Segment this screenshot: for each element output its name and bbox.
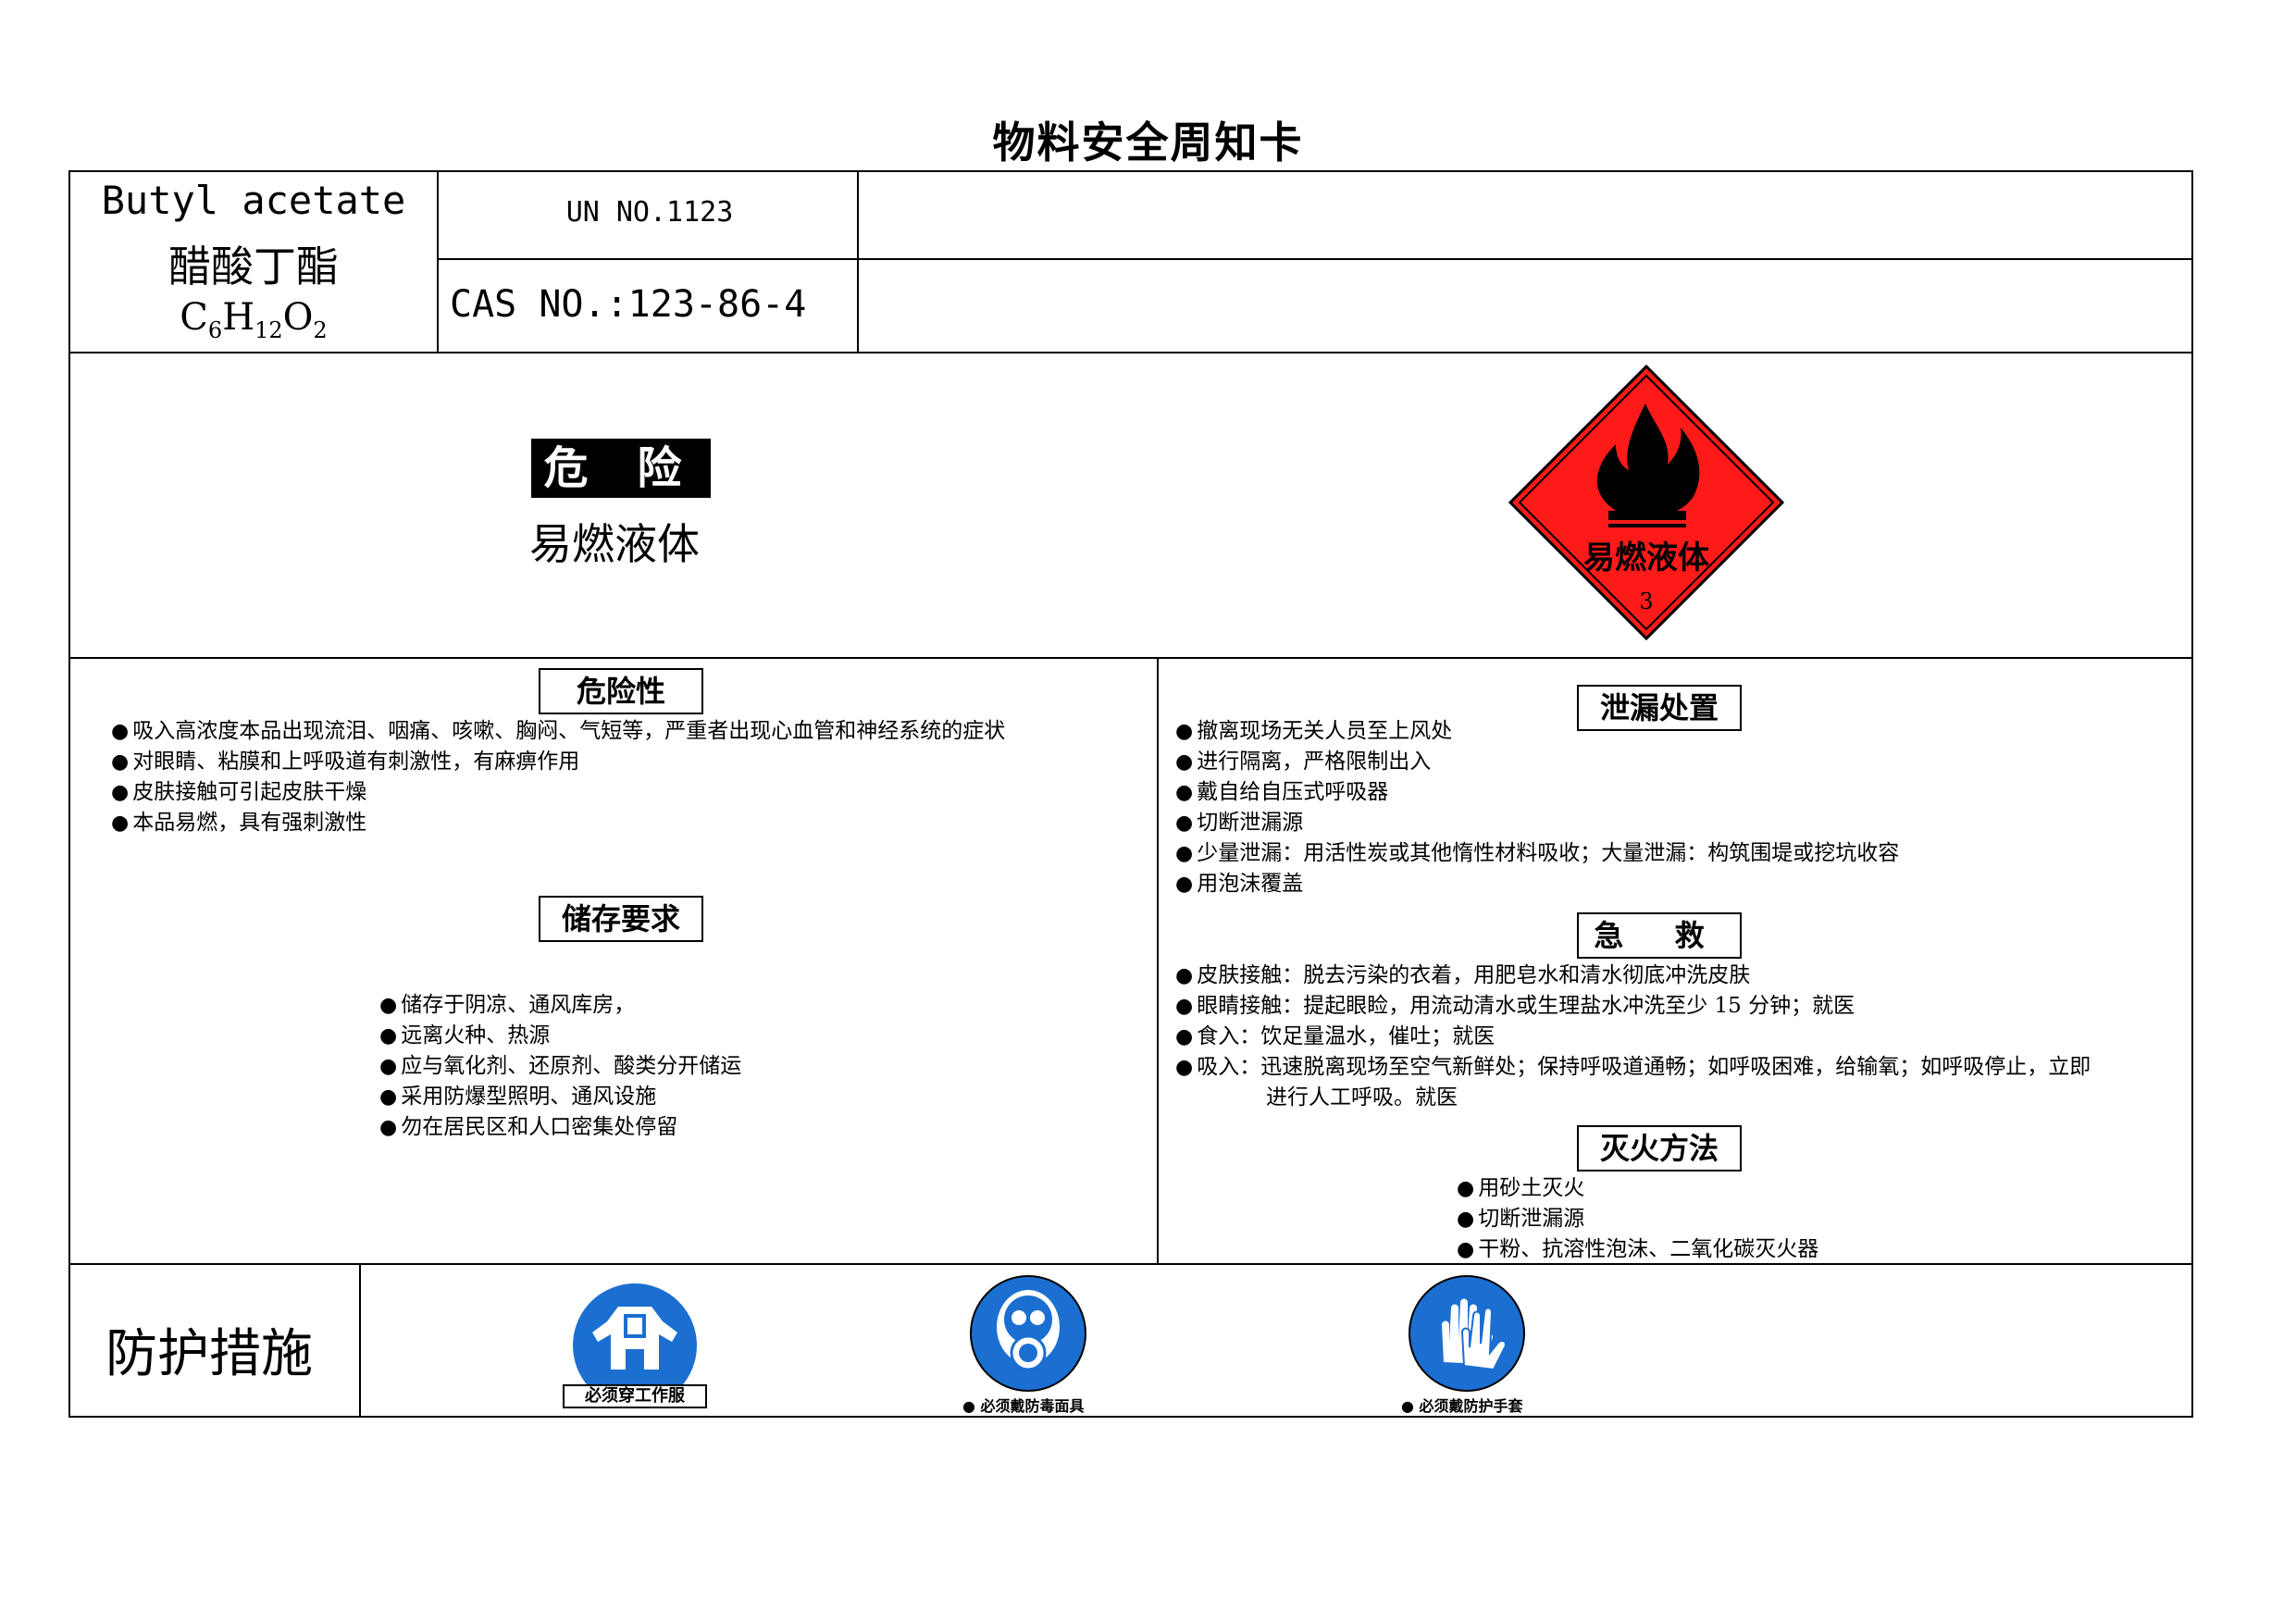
list-item: 用砂土灭火 — [1457, 1173, 1818, 1204]
list-item: 勿在居民区和人口密集处停留 — [379, 1112, 741, 1143]
fire-heading: 灭火方法 — [1577, 1125, 1742, 1172]
bullet-icon: ● — [1401, 1397, 1420, 1415]
list-item: 吸入高浓度本品出现流泪、咽痛、咳嗽、胸闷、气短等，严重者出现心血管和神经系统的症… — [111, 716, 1005, 747]
protection-heading: 防护措施 — [105, 1324, 313, 1384]
signal-word-badge: 危 险 — [531, 439, 711, 498]
table-border-top — [68, 170, 2193, 172]
list-item: 应与氧化剂、还原剂、酸类分开储运 — [379, 1051, 741, 1082]
list-item: 眼睛接触：提起眼睑，用流动清水或生理盐水冲洗至少 15 分钟；就医 — [1175, 991, 2091, 1022]
list-item: 采用防爆型照明、通风设施 — [379, 1082, 741, 1112]
list-item: 皮肤接触可引起皮肤干燥 — [111, 777, 1005, 808]
list-item-continuation: 进行人工呼吸。就医 — [1266, 1085, 1458, 1110]
hazards-list: 吸入高浓度本品出现流泪、咽痛、咳嗽、胸闷、气短等，严重者出现心血管和神经系统的症… — [111, 716, 1005, 838]
list-item: 干粉、抗溶性泡沫、二氧化碳灭火器 — [1457, 1234, 1818, 1265]
bullet-icon: ● — [962, 1397, 981, 1415]
list-item: 吸入：迅速脱离现场至空气新鲜处；保持呼吸道通畅；如呼吸困难，给输氧；如呼吸停止，… — [1175, 1052, 2091, 1083]
list-item: 少量泄漏：用活性炭或其他惰性材料吸收；大量泄漏：构筑围堤或挖坑收容 — [1175, 838, 1899, 869]
table-border-bottom — [68, 1416, 2193, 1418]
chemical-formula: C6H12O2 — [180, 296, 328, 343]
table-border-left — [68, 170, 70, 1418]
un-number: UN NO.1123 — [565, 196, 734, 229]
placard-text: 易燃液体 — [1583, 539, 1709, 576]
sign-label-gloves: ● 必须戴防护手套 — [1401, 1397, 1523, 1415]
list-item: 本品易燃，具有强刺激性 — [111, 808, 1005, 838]
list-item: 戴自给自压式呼吸器 — [1175, 777, 1899, 808]
hazard-category: 易燃液体 — [529, 519, 700, 569]
table-line-protect-col — [359, 1263, 361, 1418]
list-item: 用泡沫覆盖 — [1175, 869, 1899, 899]
substance-name-en: Butyl acetate — [101, 178, 406, 223]
sign-label-gas-mask: ● 必须戴防毒面具 — [962, 1397, 1085, 1415]
table-line-header-bottom — [68, 352, 2193, 353]
first-aid-list: 皮肤接触：脱去污染的衣着，用肥皂水和清水彻底冲洗皮肤 眼睛接触：提起眼睑，用流动… — [1175, 961, 2091, 1113]
storage-heading: 储存要求 — [539, 896, 703, 942]
gas-mask-icon — [970, 1275, 1086, 1392]
cas-number: CAS NO.:123-86-4 — [450, 283, 807, 326]
table-border-right — [2191, 170, 2193, 1418]
sign-label-work-clothes: 必须穿工作服 — [563, 1384, 707, 1408]
card-title: 物料安全周知卡 — [992, 118, 1304, 167]
substance-name-cn: 醋酸丁酯 — [168, 242, 339, 291]
list-item: 撤离现场无关人员至上风处 — [1175, 716, 1899, 747]
storage-list: 储存于阴凉、通风库房， 远离火种、热源 应与氧化剂、还原剂、酸类分开储运 采用防… — [379, 990, 741, 1143]
fire-list: 用砂土灭火 切断泄漏源 干粉、抗溶性泡沫、二氧化碳灭火器 — [1457, 1173, 1818, 1265]
placard-class-number: 3 — [1639, 589, 1653, 614]
list-item: 进行隔离，严格限制出入 — [1175, 747, 1899, 777]
list-item: 皮肤接触：脱去污染的衣着，用肥皂水和清水彻底冲洗皮肤 — [1175, 961, 2091, 991]
hazards-heading: 危险性 — [539, 668, 703, 714]
list-item: 对眼睛、粘膜和上呼吸道有刺激性，有麻痹作用 — [111, 747, 1005, 777]
table-line-hazard-bottom — [68, 657, 2193, 659]
leak-list: 撤离现场无关人员至上风处 进行隔离，严格限制出入 戴自给自压式呼吸器 切断泄漏源… — [1175, 716, 1899, 899]
list-item: 储存于阴凉、通风库房， — [379, 990, 741, 1021]
table-line-protect-top — [68, 1263, 2193, 1265]
table-line-name-col — [437, 170, 439, 353]
list-item: 切断泄漏源 — [1457, 1204, 1818, 1234]
gloves-icon — [1409, 1275, 1525, 1392]
table-line-center-col — [1157, 657, 1159, 1265]
flammable-liquid-placard: 易燃液体 3 — [1508, 364, 1785, 641]
list-item: 切断泄漏源 — [1175, 808, 1899, 838]
first-aid-heading: 急 救 — [1577, 912, 1742, 959]
table-line-header-mid — [437, 258, 2193, 260]
list-item: 远离火种、热源 — [379, 1021, 741, 1051]
list-item: 食入：饮足量温水，催吐；就医 — [1175, 1022, 2091, 1052]
